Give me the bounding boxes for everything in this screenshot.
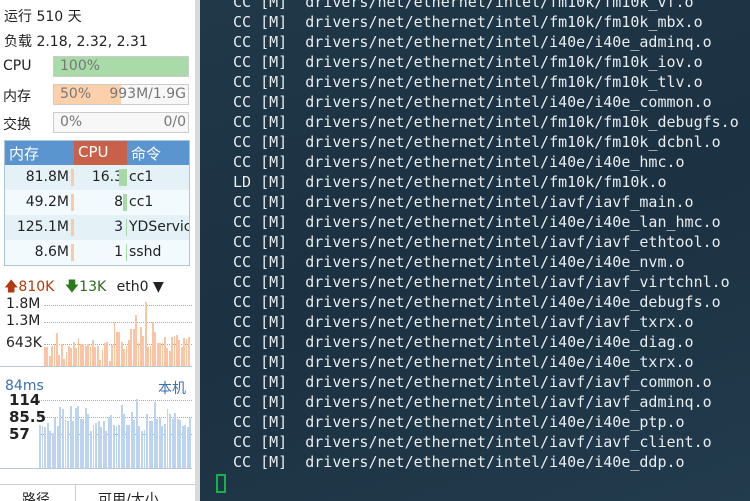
terminal-line: CC [M] drivers/net/ethernet/intel/i40e/i… [233, 453, 685, 471]
column-header-cpu[interactable]: CPU [74, 141, 127, 165]
terminal-line: CC [M] drivers/net/ethernet/intel/i40e/i… [233, 413, 685, 431]
process-memory: 49.2M [25, 194, 69, 210]
dropdown-icon: ▼ [152, 279, 164, 295]
process-cpu: 3 [114, 219, 123, 235]
upload-arrow-icon: 🡅 [4, 279, 19, 295]
upload-speed: 810K [18, 279, 55, 295]
process-memory: 125.1M [16, 219, 69, 235]
process-row[interactable]: 49.2M 8 cc1 [5, 190, 189, 215]
download-arrow-icon: 🡇 [64, 279, 80, 295]
process-memory: 8.6M [34, 244, 69, 260]
terminal-line: CC [M] drivers/net/ethernet/intel/iavf/i… [233, 373, 712, 391]
swap-percent: 0% [60, 114, 83, 130]
terminal-line: CC [M] drivers/net/ethernet/intel/i40e/i… [233, 33, 712, 51]
network-chart: 1.8M 1.3M 643K [0, 296, 192, 367]
column-header-path[interactable]: 路径 [22, 489, 50, 501]
swap-detail: 0/0 [163, 114, 186, 130]
latency-host[interactable]: 本机 [158, 378, 186, 398]
cpu-marker [126, 244, 127, 261]
swap-label: 交换 [3, 117, 31, 133]
terminal-line: CC [M] drivers/net/ethernet/intel/i40e/i… [233, 213, 721, 231]
cpu-marker [123, 194, 127, 211]
terminal-line: LD [M] drivers/net/ethernet/intel/fm10k/… [233, 173, 667, 191]
process-command: cc1 [129, 194, 154, 210]
gridline [44, 304, 192, 306]
terminal-line: CC [M] drivers/net/ethernet/intel/fm10k/… [233, 113, 739, 131]
terminal-line: CC [M] drivers/net/ethernet/intel/i40e/i… [233, 153, 685, 171]
terminal-line: CC [M] drivers/net/ethernet/intel/iavf/i… [233, 313, 694, 331]
terminal-line: CC [M] drivers/net/ethernet/intel/iavf/i… [233, 433, 712, 451]
process-command: sshd [129, 244, 162, 260]
y-tick-label: 1.3M [6, 312, 41, 329]
cpu-label: CPU [3, 58, 32, 74]
column-header-command[interactable]: 命令 [127, 141, 189, 165]
gridline [39, 399, 192, 401]
terminal-line: CC [M] drivers/net/ethernet/intel/i40e/i… [233, 353, 694, 371]
memory-label: 内存 [3, 89, 31, 105]
load-average: 负载 2.18, 2.32, 2.31 [4, 34, 148, 50]
y-tick-label: 643K [6, 335, 42, 352]
terminal-line: CC [M] drivers/net/ethernet/intel/fm10k/… [233, 13, 703, 31]
latency-chart: 114 85.5 57 [0, 391, 192, 469]
interface-select[interactable]: eth0 ▼ [117, 279, 164, 295]
terminal-line: CC [M] drivers/net/ethernet/intel/fm10k/… [233, 73, 703, 91]
terminal-line: CC [M] drivers/net/ethernet/intel/i40e/i… [233, 253, 685, 271]
column-header-memory[interactable]: 内存 [5, 141, 74, 165]
terminal-line: CC [M] drivers/net/ethernet/intel/i40e/i… [233, 293, 721, 311]
uptime: 运行 510 天 [4, 9, 82, 25]
chart-bar [188, 337, 190, 366]
process-memory: 81.8M [25, 169, 69, 185]
terminal-line: CC [M] drivers/net/ethernet/intel/fm10k/… [233, 133, 721, 151]
cpu-meter: CPU 100% [3, 56, 189, 78]
terminal-line: CC [M] drivers/net/ethernet/intel/iavf/i… [233, 233, 721, 251]
terminal[interactable]: CC [M] drivers/net/ethernet/intel/fm10k/… [200, 0, 750, 501]
terminal-cursor [216, 474, 226, 493]
process-row[interactable]: 81.8M 16.3 cc1 [5, 165, 189, 190]
terminal-line: CC [M] drivers/net/ethernet/intel/iavf/i… [233, 393, 712, 411]
cpu-marker [119, 169, 127, 186]
y-tick-label: 1.8M [6, 295, 41, 312]
y-tick-label: 85.5 [9, 407, 47, 426]
terminal-line: CC [M] drivers/net/ethernet/intel/fm10k/… [233, 53, 703, 71]
column-header-available[interactable]: 可用/大小 [98, 489, 159, 501]
chart-bar [189, 418, 192, 468]
disk-table-header: 路径 可用/大小 [0, 484, 195, 501]
process-table: 内存 CPU 命令 81.8M 16.3 cc1 49.2M 8 cc1 125.1… [4, 140, 190, 266]
y-tick-label: 57 [9, 424, 30, 443]
process-command: cc1 [129, 169, 154, 185]
cpu-marker [125, 219, 127, 236]
gridline [44, 321, 192, 323]
process-cpu: 1 [114, 244, 123, 260]
interface-name: eth0 [116, 279, 149, 295]
terminal-line: CC [M] drivers/net/ethernet/intel/iavf/i… [233, 193, 694, 211]
process-row[interactable]: 125.1M 3 YDService [5, 215, 189, 240]
memory-percent: 50% [60, 86, 92, 102]
cpu-percent: 100% [60, 58, 101, 74]
terminal-line: CC [M] drivers/net/ethernet/intel/iavf/i… [233, 273, 730, 291]
terminal-line: CC [M] drivers/net/ethernet/intel/i40e/i… [233, 333, 694, 351]
swap-meter: 交换 0% 0/0 [3, 112, 189, 134]
process-cpu: 8 [114, 194, 123, 210]
memory-meter: 内存 50% 993M/1.9G [3, 84, 189, 106]
memory-detail: 993M/1.9G [109, 86, 186, 102]
y-tick-label: 114 [9, 390, 41, 409]
process-row[interactable]: 8.6M 1 sshd [5, 240, 189, 265]
terminal-line: CC [M] drivers/net/ethernet/intel/i40e/i… [233, 93, 712, 111]
monitor-sidebar: 运行 510 天 负载 2.18, 2.32, 2.31 CPU 100% 内存… [0, 0, 195, 501]
terminal-line: CC [M] drivers/net/ethernet/intel/fm10k/… [233, 0, 694, 11]
download-speed: 13K [79, 279, 107, 295]
process-command: YDService [129, 219, 189, 235]
